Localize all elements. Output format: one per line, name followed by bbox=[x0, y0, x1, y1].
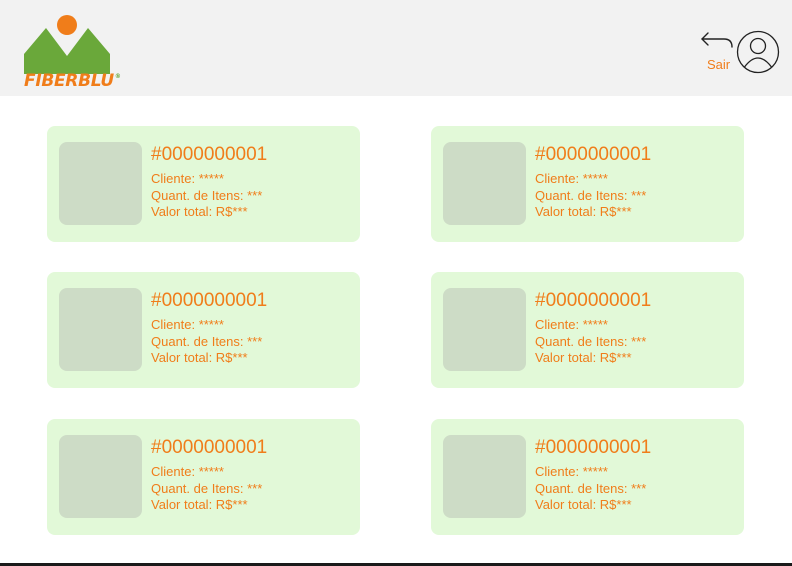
order-thumbnail bbox=[443, 435, 526, 518]
exit-button[interactable]: Sair bbox=[698, 28, 736, 72]
order-total: Valor total: R$*** bbox=[151, 350, 248, 365]
order-id: #0000000001 bbox=[535, 437, 652, 458]
order-client: Cliente: ***** bbox=[535, 464, 608, 479]
order-total: Valor total: R$*** bbox=[535, 350, 632, 365]
order-card[interactable]: #0000000001 Cliente: ***** Quant. de Ite… bbox=[47, 126, 360, 242]
order-id: #0000000001 bbox=[151, 290, 268, 311]
order-client: Cliente: ***** bbox=[151, 171, 224, 186]
order-total: Valor total: R$*** bbox=[151, 497, 248, 512]
order-client: Cliente: ***** bbox=[535, 317, 608, 332]
order-client: Cliente: ***** bbox=[151, 464, 224, 479]
order-card[interactable]: #0000000001 Cliente: ***** Quant. de Ite… bbox=[431, 126, 744, 242]
order-card[interactable]: #0000000001 Cliente: ***** Quant. de Ite… bbox=[431, 419, 744, 535]
order-item-count: Quant. de Itens: *** bbox=[535, 481, 647, 496]
order-id: #0000000001 bbox=[535, 290, 652, 311]
order-item-count: Quant. de Itens: *** bbox=[151, 188, 263, 203]
order-id: #0000000001 bbox=[151, 437, 268, 458]
logo-mountains-icon bbox=[24, 15, 110, 74]
user-avatar-icon bbox=[736, 30, 780, 74]
order-thumbnail bbox=[59, 142, 142, 225]
order-thumbnail bbox=[443, 142, 526, 225]
order-card[interactable]: #0000000001 Cliente: ***** Quant. de Ite… bbox=[47, 419, 360, 535]
orders-grid: #0000000001 Cliente: ***** Quant. de Ite… bbox=[0, 96, 792, 564]
order-thumbnail bbox=[59, 435, 142, 518]
order-thumbnail bbox=[443, 288, 526, 371]
fiberblu-logo[interactable]: FIBERBLU® bbox=[22, 12, 121, 92]
order-card[interactable]: #0000000001 Cliente: ***** Quant. de Ite… bbox=[431, 272, 744, 388]
order-total: Valor total: R$*** bbox=[535, 204, 632, 219]
order-client: Cliente: ***** bbox=[151, 317, 224, 332]
user-avatar-button[interactable] bbox=[736, 30, 780, 74]
order-id: #0000000001 bbox=[535, 144, 652, 165]
header: FIBERBLU® Sair bbox=[0, 0, 792, 96]
order-total: Valor total: R$*** bbox=[151, 204, 248, 219]
order-item-count: Quant. de Itens: *** bbox=[151, 334, 263, 349]
order-item-count: Quant. de Itens: *** bbox=[151, 481, 263, 496]
order-thumbnail bbox=[59, 288, 142, 371]
order-card[interactable]: #0000000001 Cliente: ***** Quant. de Ite… bbox=[47, 272, 360, 388]
order-item-count: Quant. de Itens: *** bbox=[535, 188, 647, 203]
exit-label: Sair bbox=[707, 57, 731, 72]
order-item-count: Quant. de Itens: *** bbox=[535, 334, 647, 349]
back-arrow-icon bbox=[701, 32, 733, 48]
brand-name: FIBERBLU® bbox=[24, 71, 121, 91]
order-client: Cliente: ***** bbox=[535, 171, 608, 186]
order-total: Valor total: R$*** bbox=[535, 497, 632, 512]
order-id: #0000000001 bbox=[151, 144, 268, 165]
